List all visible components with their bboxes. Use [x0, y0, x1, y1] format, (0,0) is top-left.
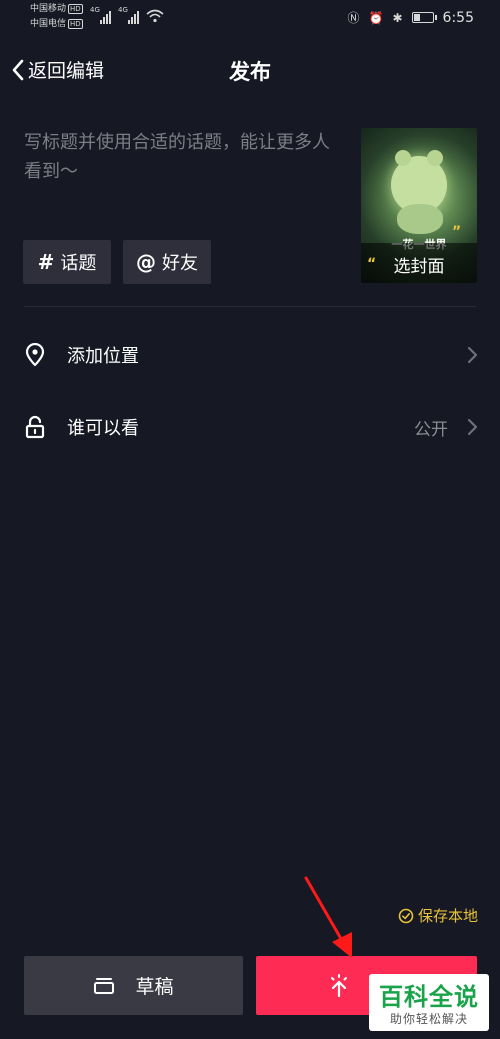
annotation-arrow-icon [304, 876, 352, 958]
cover-image-body [397, 204, 443, 234]
signal-1-icon [100, 10, 116, 24]
chevron-right-icon [467, 346, 478, 364]
mention-friend-button[interactable]: @ 好友 [123, 240, 211, 284]
status-bar: 中国移动 HD 中国电信 HD 4G 4G Ⓝ ⏰ ✱ 6:55 [0, 0, 500, 34]
draft-box-icon [94, 977, 115, 994]
battery-icon [411, 12, 437, 23]
at-icon: @ [136, 250, 156, 274]
signal-2-icon [128, 10, 144, 24]
add-location-label: 添加位置 [67, 346, 139, 367]
hash-icon: # [37, 250, 55, 274]
status-time: 6:55 [442, 9, 474, 26]
save-local-label: 保存本地 [417, 907, 478, 925]
quote-mark-left-icon: “ [367, 256, 377, 272]
watermark-subtitle: 助你轻松解决 [389, 1012, 468, 1026]
nfc-icon: Ⓝ [347, 11, 360, 25]
visibility-value: 公开 [414, 420, 448, 440]
add-location-row[interactable]: 添加位置 [0, 325, 500, 385]
visibility-label: 谁可以看 [67, 418, 139, 439]
cover-selector[interactable]: ” 一花一世界 选封面 “ [361, 128, 477, 283]
header: 返回编辑 发布 [0, 44, 500, 96]
caption-input[interactable]: 写标题并使用合适的话题，能让更多人看到～ [24, 128, 342, 186]
cover-label: 选封面 [361, 243, 477, 283]
watermark-title: 百科全说 [379, 983, 479, 1011]
visibility-row[interactable]: 谁可以看 公开 [0, 397, 500, 457]
wifi-icon [146, 9, 164, 23]
save-local-toggle[interactable]: 保存本地 [398, 905, 478, 926]
divider [24, 306, 476, 307]
page-title: 发布 [229, 60, 271, 84]
topic-label: 话题 [60, 253, 97, 274]
publish-upload-icon [331, 974, 347, 998]
alarm-icon: ⏰ [368, 10, 384, 25]
carrier-2: 中国电信 HD [30, 19, 83, 29]
carrier-1: 中国移动 HD [30, 4, 83, 14]
status-right: Ⓝ ⏰ ✱ 6:55 [348, 9, 474, 26]
topic-button[interactable]: # 话题 [23, 240, 111, 284]
friend-label: 好友 [162, 253, 198, 274]
network-type-2: 4G [118, 6, 128, 14]
chevron-right-icon [467, 418, 478, 436]
watermark-logo: 百科全说 助你轻松解决 [369, 974, 489, 1031]
location-pin-icon [25, 343, 45, 367]
draft-button[interactable]: 草稿 [24, 956, 243, 1015]
draft-label: 草稿 [135, 976, 174, 998]
check-circle-icon [398, 908, 414, 923]
bluetooth-icon: ✱ [392, 10, 403, 25]
network-type-1: 4G [90, 6, 100, 14]
unlock-icon [25, 415, 45, 439]
